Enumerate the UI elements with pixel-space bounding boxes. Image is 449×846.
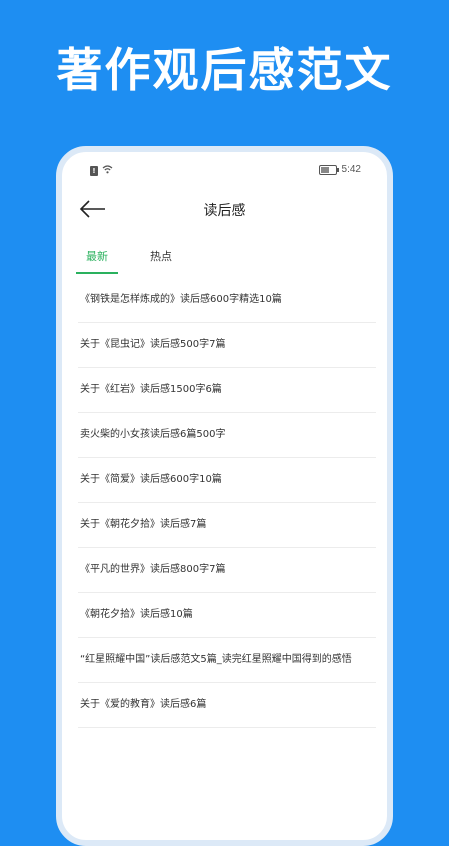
banner-title: 著作观后感范文 [56,43,393,97]
app-header: 读后感 [62,188,387,234]
list-item[interactable]: 关于《朝花夕拾》读后感7篇 [78,503,376,548]
list-item[interactable]: 卖火柴的小女孩读后感6篇500字 [78,413,376,458]
article-list: 《钢铁是怎样炼成的》读后感600字精选10篇 关于《昆虫记》读后感500字7篇 … [78,278,376,728]
list-item[interactable]: 《钢铁是怎样炼成的》读后感600字精选10篇 [78,278,376,323]
status-time: 5:42 [341,164,361,175]
page-title: 读后感 [203,203,246,219]
wifi-icon [102,165,113,177]
list-item[interactable]: 关于《红岩》读后感1500字6篇 [78,368,376,413]
list-item[interactable]: 关于《简爱》读后感600字10篇 [78,458,376,503]
status-right: 5:42 [318,164,361,175]
list-item[interactable]: 《朝花夕拾》读后感10篇 [78,593,376,638]
tab-hot[interactable]: 热点 [150,248,172,264]
status-bar: ! 5:42 [62,152,387,188]
list-item[interactable]: “红星照耀中国”读后感范文5篇_读完红星照耀中国得到的感悟 [78,638,376,683]
active-tab-indicator [76,272,118,274]
tab-bar: 最新 热点 [62,234,387,278]
tab-latest[interactable]: 最新 [86,248,108,264]
battery-icon [318,164,339,175]
status-left: ! [90,165,113,177]
phone-frame: ! 5:42 读后感 最新 热点 《钢铁是怎样炼成的》读后感600字精选10篇 … [56,146,393,846]
list-item[interactable]: 《平凡的世界》读后感800字7篇 [78,548,376,593]
sim-alert-icon: ! [90,166,98,176]
list-item[interactable]: 关于《昆虫记》读后感500字7篇 [78,323,376,368]
list-item[interactable]: 关于《爱的教育》读后感6篇 [78,683,376,728]
